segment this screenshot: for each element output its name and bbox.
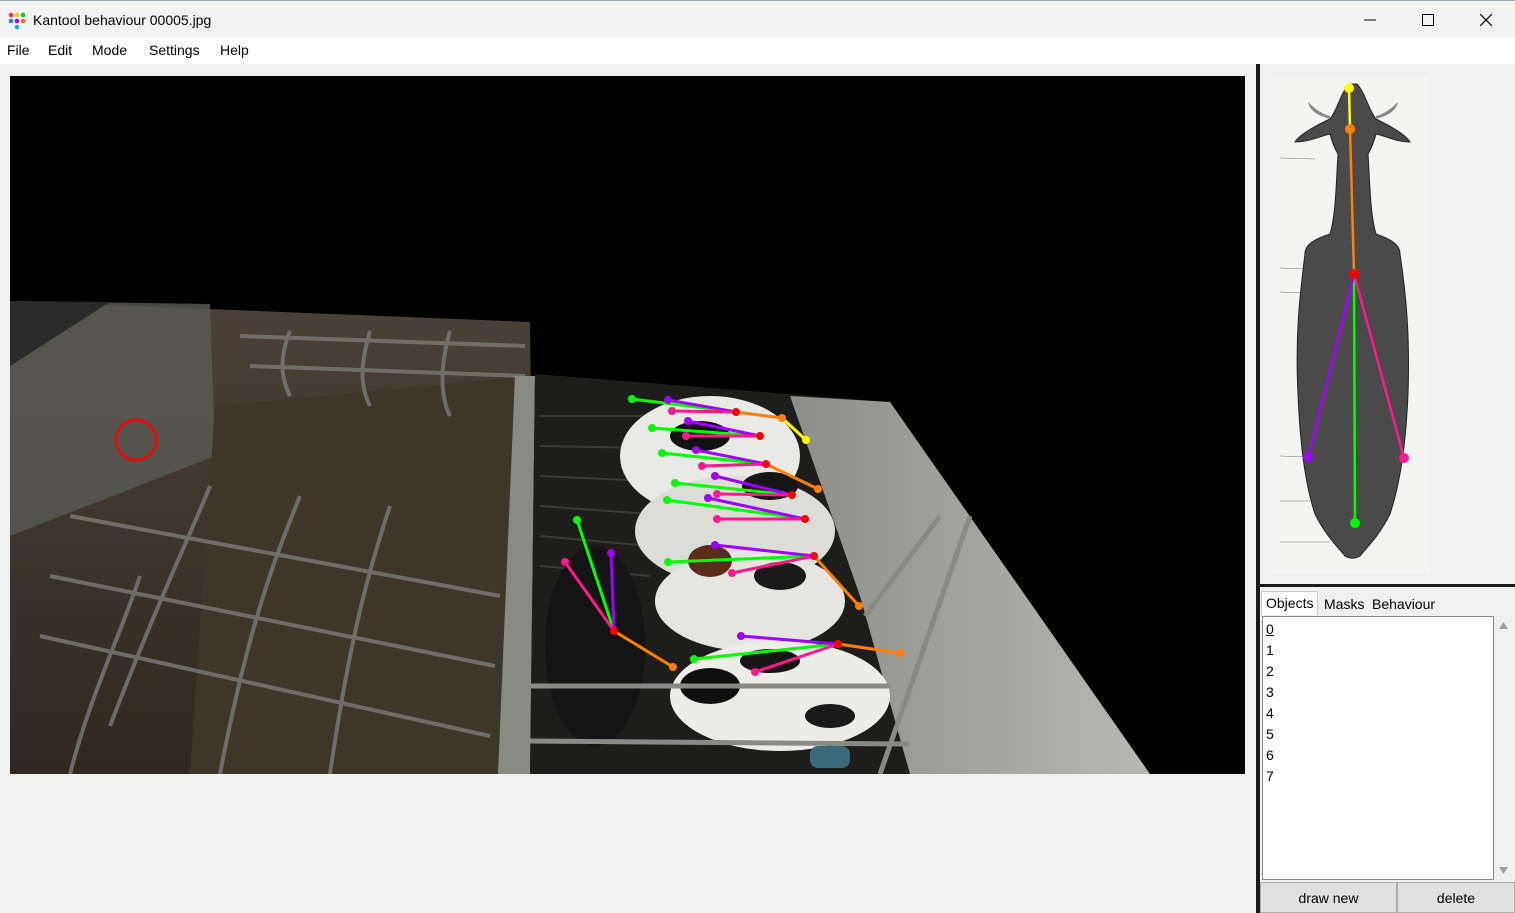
menu-bar: File Edit Mode Settings Help bbox=[0, 38, 1515, 64]
list-item[interactable]: 0 bbox=[1266, 619, 1274, 640]
horizontal-splitter[interactable] bbox=[1260, 584, 1515, 587]
list-item[interactable]: 5 bbox=[1266, 724, 1274, 745]
tab-objects[interactable]: Objects bbox=[1261, 591, 1319, 615]
reference-skeleton-view bbox=[1260, 64, 1515, 584]
menu-settings[interactable]: Settings bbox=[149, 42, 200, 58]
delete-button[interactable]: delete bbox=[1397, 882, 1515, 913]
annotation-image-view[interactable] bbox=[10, 76, 1245, 774]
minimize-button[interactable] bbox=[1341, 1, 1399, 39]
scroll-arrows-icon bbox=[1499, 622, 1508, 874]
title-bar: Kantool behaviour 00005.jpg bbox=[0, 0, 1515, 38]
maximize-button[interactable] bbox=[1399, 1, 1457, 39]
menu-edit[interactable]: Edit bbox=[48, 42, 72, 58]
objects-list[interactable]: 0 1 2 3 4 5 6 7 bbox=[1262, 616, 1494, 880]
tab-masks[interactable]: Masks bbox=[1320, 593, 1368, 617]
close-button[interactable] bbox=[1457, 1, 1515, 39]
menu-mode[interactable]: Mode bbox=[92, 42, 127, 58]
window-title: Kantool behaviour 00005.jpg bbox=[33, 12, 212, 28]
menu-file[interactable]: File bbox=[7, 42, 30, 58]
minimize-icon bbox=[1364, 19, 1376, 21]
cow-reference-diagram bbox=[1272, 76, 1430, 574]
objects-list-scrollbar[interactable] bbox=[1494, 616, 1513, 880]
list-item[interactable]: 4 bbox=[1266, 703, 1274, 724]
list-item[interactable]: 6 bbox=[1266, 745, 1274, 766]
maximize-icon bbox=[1422, 14, 1434, 26]
app-icon bbox=[8, 12, 26, 30]
barn-camera-image[interactable] bbox=[10, 76, 1245, 774]
close-icon bbox=[1480, 14, 1492, 26]
tab-behaviour[interactable]: Behaviour bbox=[1368, 593, 1439, 617]
list-item[interactable]: 2 bbox=[1266, 661, 1274, 682]
list-item[interactable]: 7 bbox=[1266, 766, 1274, 787]
menu-help[interactable]: Help bbox=[220, 42, 249, 58]
list-item[interactable]: 1 bbox=[1266, 640, 1274, 661]
list-item[interactable]: 3 bbox=[1266, 682, 1274, 703]
draw-new-button[interactable]: draw new bbox=[1260, 882, 1397, 913]
